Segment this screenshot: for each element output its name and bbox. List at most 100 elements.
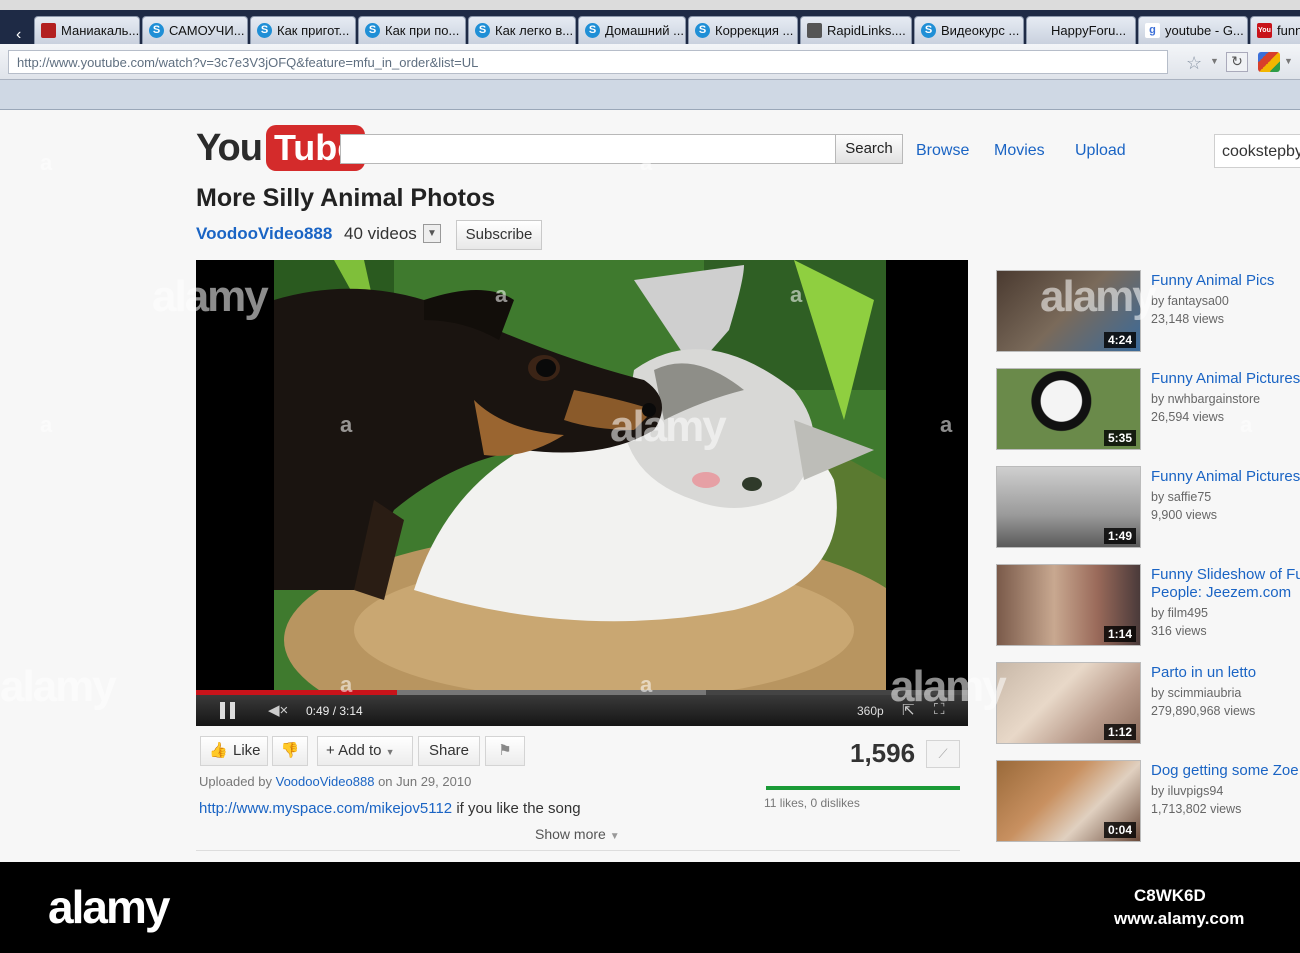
related-video-item[interactable]: 1:12 Parto in un letto by scimmiaubria 2… (996, 662, 1300, 752)
show-more-button[interactable]: Show more ▼ (535, 826, 620, 842)
related-video-author: by film495 (1151, 606, 1208, 620)
related-video-views: 279,890,968 views (1151, 704, 1256, 718)
related-video-author: by scimmiaubria (1151, 686, 1242, 700)
pause-icon[interactable] (220, 702, 236, 719)
related-video-author: by iluvpigs94 (1151, 784, 1224, 798)
browser-tab[interactable]: RapidLinks.... (800, 16, 912, 44)
thumbs-down-icon: 👎 (280, 742, 300, 759)
search-input[interactable] (340, 134, 836, 164)
google-favicon-icon: g (1145, 23, 1160, 38)
related-videos: 4:24 Funny Animal Pics by fantaysa00 23,… (996, 270, 1300, 862)
dislike-button[interactable]: 👎 (272, 736, 308, 766)
related-video-title-line2[interactable]: People: Jeezem.com (1151, 584, 1300, 602)
browser-address-bar: http://www.youtube.com/watch?v=3c7e3V3jO… (0, 44, 1300, 80)
video-duration: 4:24 (1103, 332, 1136, 348)
related-video-item[interactable]: 1:49 Funny Animal Pictures by saffie75 9… (996, 466, 1300, 556)
related-video-title[interactable]: Parto in un letto (1151, 664, 1300, 682)
add-to-button[interactable]: + Add to ▼ (317, 736, 413, 766)
stock-image-id: C8WK6D (1134, 886, 1206, 905)
share-button[interactable]: Share (418, 736, 480, 766)
video-thumbnail[interactable]: 1:14 (996, 564, 1141, 646)
like-button[interactable]: 👍 Like (200, 736, 268, 766)
subscribe-button[interactable]: Subscribe (456, 220, 542, 250)
google-search-icon[interactable] (1258, 52, 1280, 72)
browser-tab-active[interactable]: You funn (1250, 16, 1300, 44)
quality-button[interactable]: 360p (857, 704, 884, 718)
chevron-down-icon[interactable]: ▼ (423, 224, 441, 243)
browser-tab[interactable]: S Видеокурс ... (914, 16, 1024, 44)
related-video-title[interactable]: Funny Animal Pics (1151, 272, 1300, 290)
video-duration: 5:35 (1103, 430, 1136, 446)
user-menu-button[interactable]: cookstepby (1214, 134, 1300, 168)
stock-logo: alamy (48, 881, 170, 933)
browser-tab-bar: ‹ Маниакаль... S САМОУЧИ... S Как пригот..… (0, 10, 1300, 44)
nav-movies-link[interactable]: Movies (994, 142, 1045, 160)
browser-tab[interactable]: S Как легко в... (468, 16, 576, 44)
related-video-title[interactable]: Funny Animal Pictures (1151, 370, 1300, 388)
related-video-item[interactable]: 4:24 Funny Animal Pics by fantaysa00 23,… (996, 270, 1300, 360)
skype-favicon-icon: S (585, 23, 600, 38)
tab-scroll-left-icon[interactable]: ‹ (16, 26, 21, 44)
like-ratio-bar (766, 786, 960, 790)
video-frame[interactable] (274, 260, 886, 690)
nav-upload-link[interactable]: Upload (1075, 142, 1126, 160)
related-video-item[interactable]: 5:35 Funny Animal Pictures by nwhbargain… (996, 368, 1300, 458)
url-input[interactable]: http://www.youtube.com/watch?v=3c7e3V3jO… (8, 50, 1168, 74)
video-title: More Silly Animal Photos (196, 184, 496, 212)
video-player[interactable]: ◀× 0:49 / 3:14 360p ⇱ ⛶ (196, 260, 968, 726)
related-video-author: by saffie75 (1151, 490, 1212, 504)
stock-photo-strip: alamy C8WK6D www.alamy.com (0, 862, 1300, 953)
related-video-title[interactable]: Dog getting some Zoe (1151, 762, 1300, 780)
related-video-views: 316 views (1151, 624, 1207, 638)
view-count: 1,596 (850, 738, 916, 768)
channel-link[interactable]: VoodooVideo888 (196, 224, 332, 244)
popout-icon[interactable]: ⇱ (902, 701, 915, 719)
browser-tab[interactable]: S САМОУЧИ... (142, 16, 248, 44)
related-video-title[interactable]: Funny Animal Pictures (1151, 468, 1300, 486)
uploader-link[interactable]: VoodooVideo888 (276, 774, 375, 789)
video-thumbnail[interactable]: 5:35 (996, 368, 1141, 450)
divider (196, 850, 960, 851)
related-video-item[interactable]: 0:04 Dog getting some Zoe by iluvpigs94 … (996, 760, 1300, 850)
reload-icon[interactable]: ↻ (1226, 52, 1248, 72)
browser-tab[interactable]: S Как пригот... (250, 16, 356, 44)
related-video-views: 9,900 views (1151, 508, 1218, 522)
flag-icon: ⚑ (498, 742, 512, 759)
chevron-down-icon[interactable]: ▼ (1284, 56, 1293, 66)
video-thumbnail[interactable]: 1:12 (996, 662, 1141, 744)
flag-button[interactable]: ⚑ (485, 736, 525, 766)
like-stats: 11 likes, 0 dislikes (764, 796, 860, 810)
chevron-down-icon[interactable]: ▼ (1210, 56, 1219, 66)
youtube-favicon-icon: You (1257, 23, 1272, 38)
browser-tab[interactable]: g youtube - G... (1138, 16, 1248, 44)
chevron-down-icon: ▼ (609, 831, 620, 842)
video-duration: 1:14 (1103, 626, 1136, 642)
bookmark-star-icon[interactable]: ☆ (1186, 53, 1202, 74)
nav-browse-link[interactable]: Browse (916, 142, 969, 160)
skype-favicon-icon: S (695, 23, 710, 38)
upload-info: Uploaded by VoodooVideo888 on Jun 29, 20… (199, 774, 472, 789)
stats-button[interactable]: ⟋ (926, 740, 960, 768)
browser-tab[interactable]: S Домашний ... (578, 16, 686, 44)
description-link[interactable]: http://www.myspace.com/mikejov5112 (199, 800, 452, 817)
related-video-author: by fantaysa00 (1151, 294, 1229, 308)
browser-tab[interactable]: S Как при по... (358, 16, 466, 44)
browser-tab[interactable]: Маниакаль... (34, 16, 140, 44)
video-duration: 0:04 (1103, 822, 1136, 838)
stats-chart-icon: ⟋ (938, 746, 948, 761)
browser-tab[interactable]: S Коррекция ... (688, 16, 798, 44)
related-video-title[interactable]: Funny Slideshow of Fu (1151, 566, 1300, 584)
volume-mute-icon[interactable]: ◀× (268, 701, 288, 719)
related-video-item[interactable]: 1:14 Funny Slideshow of Fu People: Jeeze… (996, 564, 1300, 654)
video-duration: 1:12 (1103, 724, 1136, 740)
video-duration: 1:49 (1103, 528, 1136, 544)
channel-video-count: 40 videos (344, 224, 417, 243)
tab-favicon-icon (807, 23, 822, 38)
video-thumbnail[interactable]: 4:24 (996, 270, 1141, 352)
video-thumbnail[interactable]: 1:49 (996, 466, 1141, 548)
fullscreen-icon[interactable]: ⛶ (934, 701, 945, 718)
plus-icon: + (326, 742, 335, 759)
browser-tab[interactable]: HappyForu... (1026, 16, 1136, 44)
video-thumbnail[interactable]: 0:04 (996, 760, 1141, 842)
search-button[interactable]: Search (835, 134, 903, 164)
